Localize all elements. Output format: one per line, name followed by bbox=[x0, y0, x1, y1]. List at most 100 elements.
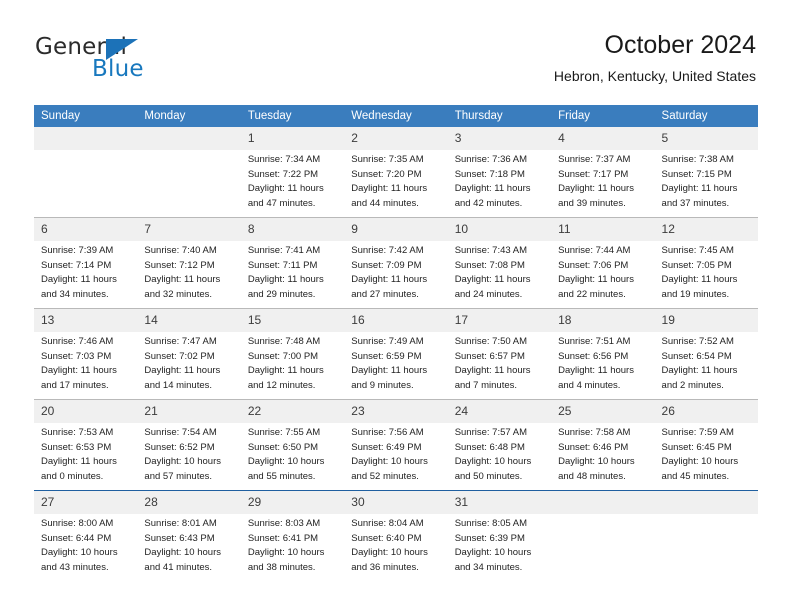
day-cell[interactable]: 21 Sunrise: 7:54 AM Sunset: 6:52 PM Dayl… bbox=[137, 399, 241, 491]
sunset-line: Sunset: 7:17 PM bbox=[558, 168, 629, 180]
daylight-line-2: and 36 minutes. bbox=[351, 561, 419, 573]
sunrise-line: Sunrise: 7:59 AM bbox=[661, 427, 734, 438]
day-cell[interactable]: 5 Sunrise: 7:38 AM Sunset: 7:15 PM Dayli… bbox=[654, 127, 758, 218]
day-cell[interactable]: 11 Sunrise: 7:44 AM Sunset: 7:06 PM Dayl… bbox=[551, 217, 655, 309]
day-cell[interactable]: 12 Sunrise: 7:45 AM Sunset: 7:05 PM Dayl… bbox=[654, 217, 758, 309]
day-cell[interactable]: 18 Sunrise: 7:51 AM Sunset: 6:56 PM Dayl… bbox=[551, 308, 655, 400]
daylight-line-1: Daylight: 11 hours bbox=[351, 183, 428, 194]
daylight-line-1: Daylight: 11 hours bbox=[558, 274, 634, 285]
daylight-line-2: and 47 minutes. bbox=[247, 197, 316, 209]
day-cell[interactable]: 14 Sunrise: 7:47 AM Sunset: 7:02 PM Dayl… bbox=[137, 308, 241, 400]
day-cell[interactable]: 3 Sunrise: 7:36 AM Sunset: 7:18 PM Dayli… bbox=[447, 127, 552, 218]
day-cell[interactable]: 10 Sunrise: 7:43 AM Sunset: 7:08 PM Dayl… bbox=[447, 217, 552, 309]
day-details: Sunrise: 7:36 AM Sunset: 7:18 PM Dayligh… bbox=[448, 150, 551, 211]
day-cell[interactable]: 6 Sunrise: 7:39 AM Sunset: 7:14 PM Dayli… bbox=[34, 217, 138, 309]
day-cell[interactable]: 1 Sunrise: 7:34 AM Sunset: 7:22 PM Dayli… bbox=[240, 127, 345, 218]
daylight-line-1: Daylight: 10 hours bbox=[454, 547, 532, 558]
sunset-line: Sunset: 7:11 PM bbox=[247, 259, 318, 271]
day-cell[interactable]: 7 Sunrise: 7:40 AM Sunset: 7:12 PM Dayli… bbox=[137, 217, 241, 309]
day-details: Sunrise: 8:00 AM Sunset: 6:44 PM Dayligh… bbox=[34, 514, 137, 575]
sunset-line: Sunset: 6:48 PM bbox=[454, 441, 525, 453]
sunset-line: Sunset: 6:39 PM bbox=[454, 532, 525, 544]
sunrise-line: Sunrise: 7:46 AM bbox=[41, 336, 114, 347]
daylight-line-2: and 12 minutes. bbox=[247, 379, 316, 391]
day-details: Sunrise: 8:05 AM Sunset: 6:39 PM Dayligh… bbox=[448, 514, 551, 575]
day-cell[interactable]: 9 Sunrise: 7:42 AM Sunset: 7:09 PM Dayli… bbox=[344, 217, 448, 309]
sunrise-line: Sunrise: 7:39 AM bbox=[41, 245, 114, 256]
sunrise-line: Sunrise: 7:49 AM bbox=[351, 336, 424, 347]
day-details: Sunrise: 7:46 AM Sunset: 7:03 PM Dayligh… bbox=[34, 332, 137, 393]
sunrise-line: Sunrise: 7:37 AM bbox=[558, 154, 631, 165]
daylight-line-2: and 37 minutes. bbox=[661, 197, 730, 209]
day-details: Sunrise: 7:47 AM Sunset: 7:02 PM Dayligh… bbox=[137, 332, 240, 393]
day-number: 24 bbox=[447, 400, 552, 423]
day-details: Sunrise: 7:53 AM Sunset: 6:53 PM Dayligh… bbox=[34, 423, 137, 484]
day-cell[interactable]: 8 Sunrise: 7:41 AM Sunset: 7:11 PM Dayli… bbox=[240, 217, 345, 309]
daylight-line-2: and 57 minutes. bbox=[144, 470, 213, 482]
day-cell[interactable]: 25 Sunrise: 7:58 AM Sunset: 6:46 PM Dayl… bbox=[551, 399, 655, 491]
sunrise-line: Sunrise: 8:00 AM bbox=[41, 518, 114, 529]
day-cell[interactable]: 26 Sunrise: 7:59 AM Sunset: 6:45 PM Dayl… bbox=[654, 399, 758, 491]
sunrise-line: Sunrise: 7:55 AM bbox=[247, 427, 321, 438]
day-number: 14 bbox=[137, 309, 241, 332]
sunrise-line: Sunrise: 7:54 AM bbox=[144, 427, 217, 438]
day-cell[interactable]: 23 Sunrise: 7:56 AM Sunset: 6:49 PM Dayl… bbox=[344, 399, 448, 491]
weekday-header-thursday: Thursday bbox=[447, 105, 552, 127]
sunset-line: Sunset: 7:03 PM bbox=[41, 350, 112, 362]
day-details: Sunrise: 7:45 AM Sunset: 7:05 PM Dayligh… bbox=[655, 241, 758, 302]
day-cell[interactable]: 16 Sunrise: 7:49 AM Sunset: 6:59 PM Dayl… bbox=[344, 308, 448, 400]
sunset-line: Sunset: 6:54 PM bbox=[661, 350, 732, 362]
day-details: Sunrise: 8:04 AM Sunset: 6:40 PM Dayligh… bbox=[344, 514, 447, 575]
day-cell[interactable]: 17 Sunrise: 7:50 AM Sunset: 6:57 PM Dayl… bbox=[447, 308, 552, 400]
sunset-line: Sunset: 6:50 PM bbox=[247, 441, 319, 453]
day-cell[interactable]: 19 Sunrise: 7:52 AM Sunset: 6:54 PM Dayl… bbox=[654, 308, 758, 400]
day-number: 7 bbox=[137, 218, 241, 241]
day-cell[interactable]: 2 Sunrise: 7:35 AM Sunset: 7:20 PM Dayli… bbox=[344, 127, 448, 218]
day-details: Sunrise: 7:51 AM Sunset: 6:56 PM Dayligh… bbox=[551, 332, 654, 393]
daylight-line-1: Daylight: 11 hours bbox=[41, 365, 117, 376]
day-cell[interactable]: 31 Sunrise: 8:05 AM Sunset: 6:39 PM Dayl… bbox=[447, 490, 552, 581]
sunrise-line: Sunrise: 7:47 AM bbox=[144, 336, 217, 347]
day-cell[interactable]: 28 Sunrise: 8:01 AM Sunset: 6:43 PM Dayl… bbox=[137, 490, 241, 581]
day-details: Sunrise: 7:55 AM Sunset: 6:50 PM Dayligh… bbox=[241, 423, 344, 484]
sunset-line: Sunset: 7:20 PM bbox=[351, 168, 422, 180]
sunset-line: Sunset: 6:57 PM bbox=[454, 350, 525, 362]
day-details: Sunrise: 7:58 AM Sunset: 6:46 PM Dayligh… bbox=[551, 423, 654, 484]
sunset-line: Sunset: 6:45 PM bbox=[661, 441, 732, 453]
weekday-header-saturday: Saturday bbox=[654, 105, 758, 127]
sunrise-line: Sunrise: 7:36 AM bbox=[454, 154, 528, 165]
day-number: 4 bbox=[551, 127, 655, 150]
sunrise-line: Sunrise: 7:45 AM bbox=[661, 245, 734, 256]
week-row: 20 Sunrise: 7:53 AM Sunset: 6:53 PM Dayl… bbox=[34, 399, 758, 491]
week-row: 27 Sunrise: 8:00 AM Sunset: 6:44 PM Dayl… bbox=[34, 490, 758, 581]
sunset-line: Sunset: 7:22 PM bbox=[247, 168, 319, 180]
day-number: 28 bbox=[137, 491, 241, 514]
daylight-line-1: Daylight: 11 hours bbox=[247, 365, 324, 376]
general-blue-logo[interactable]: General Blue bbox=[35, 34, 215, 84]
day-cell[interactable]: 22 Sunrise: 7:55 AM Sunset: 6:50 PM Dayl… bbox=[240, 399, 345, 491]
day-number: 30 bbox=[344, 491, 448, 514]
day-cell[interactable]: 24 Sunrise: 7:57 AM Sunset: 6:48 PM Dayl… bbox=[447, 399, 552, 491]
sunrise-line: Sunrise: 7:58 AM bbox=[558, 427, 631, 438]
sunrise-line: Sunrise: 7:53 AM bbox=[41, 427, 114, 438]
day-cell[interactable]: 20 Sunrise: 7:53 AM Sunset: 6:53 PM Dayl… bbox=[34, 399, 138, 491]
daylight-line-2: and 41 minutes. bbox=[144, 561, 213, 573]
day-cell[interactable]: 13 Sunrise: 7:46 AM Sunset: 7:03 PM Dayl… bbox=[34, 308, 138, 400]
sunrise-line: Sunrise: 7:43 AM bbox=[454, 245, 528, 256]
sunset-line: Sunset: 6:41 PM bbox=[247, 532, 319, 544]
daylight-line-2: and 17 minutes. bbox=[41, 379, 109, 391]
day-details: Sunrise: 7:56 AM Sunset: 6:49 PM Dayligh… bbox=[344, 423, 447, 484]
daylight-line-2: and 27 minutes. bbox=[351, 288, 419, 300]
day-details: Sunrise: 7:54 AM Sunset: 6:52 PM Dayligh… bbox=[137, 423, 240, 484]
daylight-line-1: Daylight: 10 hours bbox=[661, 456, 739, 467]
day-cell[interactable]: 27 Sunrise: 8:00 AM Sunset: 6:44 PM Dayl… bbox=[34, 490, 138, 581]
day-cell[interactable]: 29 Sunrise: 8:03 AM Sunset: 6:41 PM Dayl… bbox=[240, 490, 345, 581]
day-cell[interactable]: 30 Sunrise: 8:04 AM Sunset: 6:40 PM Dayl… bbox=[344, 490, 448, 581]
day-cell[interactable]: 4 Sunrise: 7:37 AM Sunset: 7:17 PM Dayli… bbox=[551, 127, 655, 218]
daylight-line-1: Daylight: 10 hours bbox=[144, 547, 221, 558]
day-cell[interactable]: 15 Sunrise: 7:48 AM Sunset: 7:00 PM Dayl… bbox=[240, 308, 345, 400]
daylight-line-2: and 52 minutes. bbox=[351, 470, 419, 482]
sunrise-line: Sunrise: 7:41 AM bbox=[247, 245, 321, 256]
sunset-line: Sunset: 6:44 PM bbox=[41, 532, 112, 544]
sunset-line: Sunset: 7:06 PM bbox=[558, 259, 629, 271]
